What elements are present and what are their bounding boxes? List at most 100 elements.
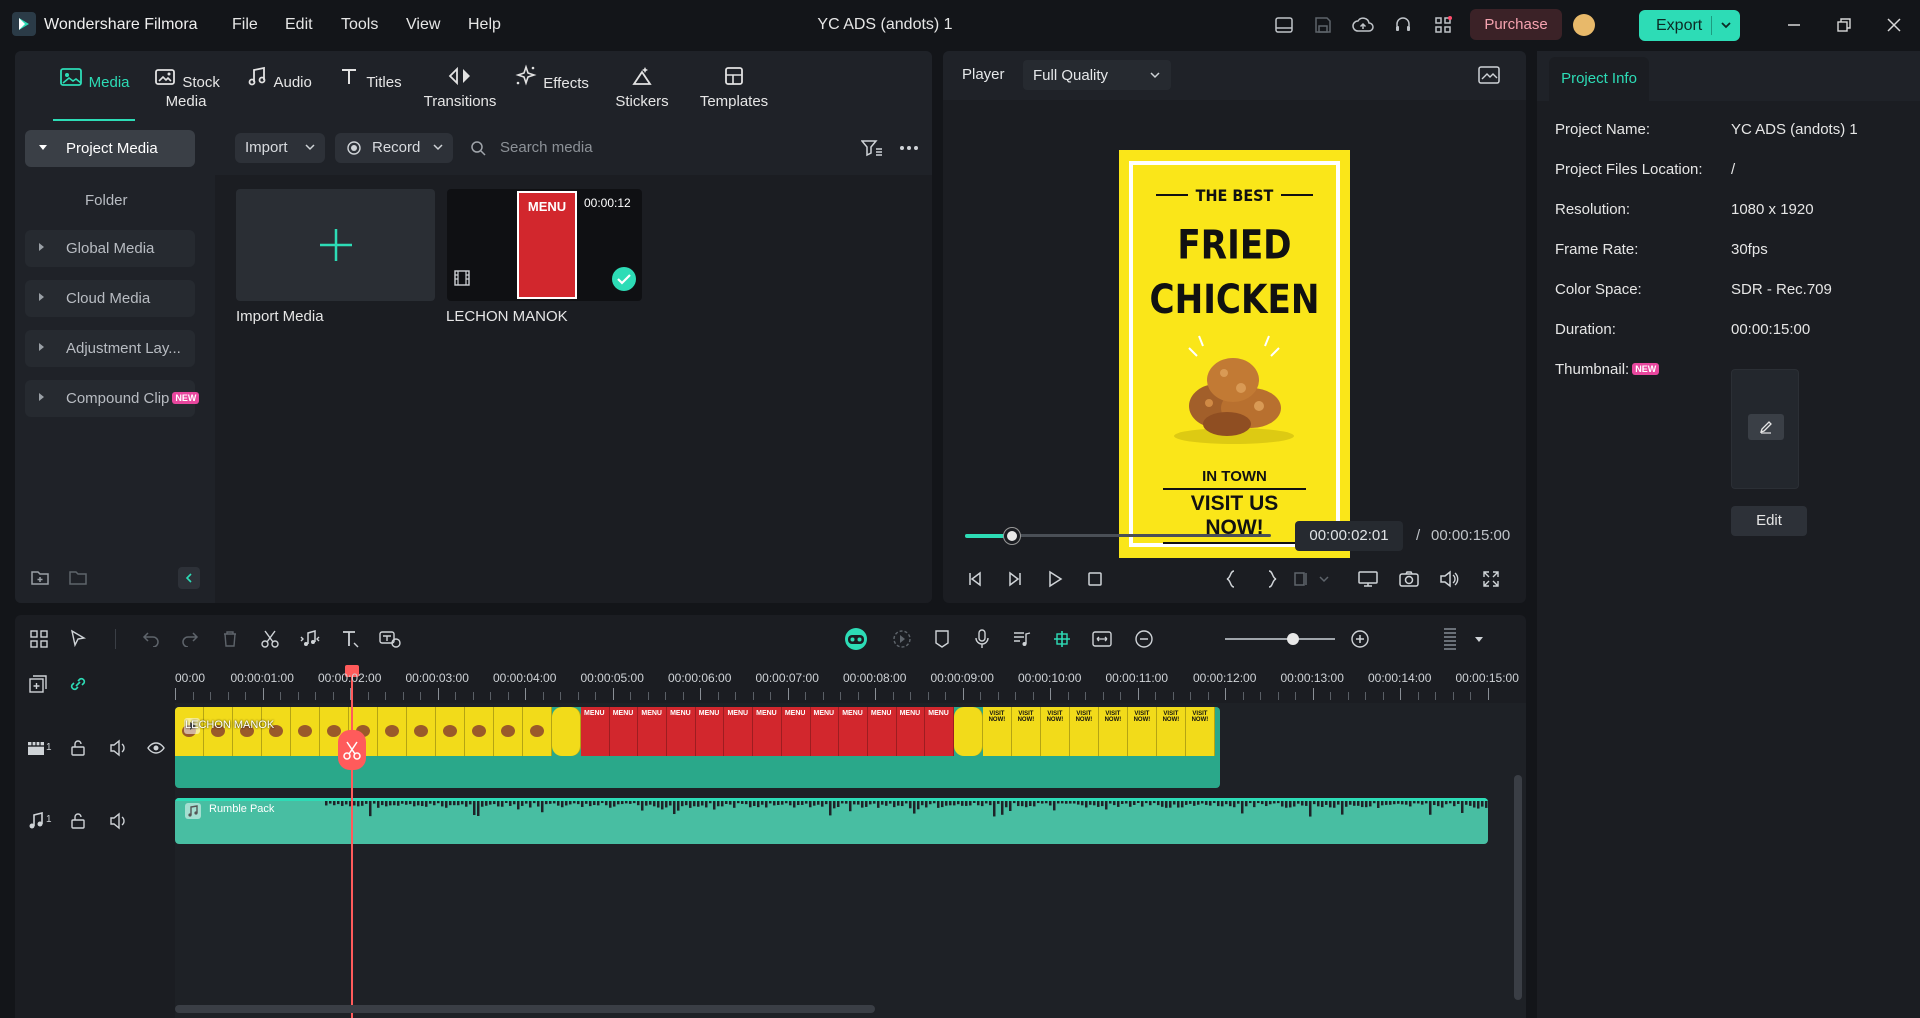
sidebar-item-global-media[interactable]: Global Media bbox=[25, 230, 195, 267]
import-dropdown[interactable]: Import bbox=[235, 133, 325, 163]
zoom-handle[interactable] bbox=[1287, 633, 1299, 645]
lock-icon[interactable] bbox=[67, 810, 89, 832]
ai-mascot-icon[interactable] bbox=[842, 627, 870, 651]
camera-icon[interactable] bbox=[1398, 568, 1420, 590]
sidebar-item-project-media[interactable]: Project Media bbox=[25, 130, 195, 167]
tab-titles[interactable]: Titles bbox=[329, 59, 409, 121]
audio-mixer-icon[interactable] bbox=[1010, 627, 1034, 651]
tab-audio[interactable]: Audio bbox=[237, 59, 319, 121]
text-tool-icon[interactable] bbox=[338, 627, 362, 651]
marker-icon[interactable] bbox=[930, 627, 954, 651]
fullscreen-icon[interactable] bbox=[1480, 568, 1502, 590]
display-settings-icon[interactable] bbox=[1357, 568, 1379, 590]
fit-timeline-icon[interactable] bbox=[1090, 627, 1114, 651]
restore-icon[interactable] bbox=[1832, 13, 1856, 37]
eye-visibility-icon[interactable] bbox=[145, 737, 167, 759]
sidebar-item-cloud-media[interactable]: Cloud Media bbox=[25, 280, 195, 317]
pencil-edit-icon[interactable] bbox=[1748, 414, 1784, 440]
snapshot-image-icon[interactable] bbox=[1477, 63, 1501, 87]
playhead[interactable] bbox=[351, 665, 353, 1018]
import-media-card[interactable] bbox=[236, 189, 435, 301]
export-button[interactable]: Export bbox=[1639, 10, 1740, 41]
split-scissors-icon[interactable] bbox=[258, 627, 282, 651]
move-folder-icon[interactable] bbox=[67, 567, 89, 589]
mark-out-icon[interactable] bbox=[1261, 568, 1283, 590]
tab-stock-media[interactable]: Stock Media bbox=[135, 59, 237, 121]
thumbnail-preview[interactable] bbox=[1731, 369, 1799, 489]
waveform-bar bbox=[537, 801, 540, 807]
zoom-out-icon[interactable] bbox=[1132, 627, 1156, 651]
waveform-bar bbox=[1389, 801, 1392, 805]
apps-grid-icon[interactable] bbox=[1431, 13, 1455, 37]
quality-select[interactable]: Full Quality bbox=[1023, 60, 1171, 90]
search-input[interactable]: Search media bbox=[470, 133, 710, 163]
close-icon[interactable] bbox=[1882, 13, 1906, 37]
next-frame-icon[interactable] bbox=[1004, 568, 1026, 590]
previous-frame-icon[interactable] bbox=[964, 568, 986, 590]
seek-handle[interactable] bbox=[1004, 528, 1020, 544]
tab-media[interactable]: Media bbox=[53, 59, 135, 121]
ruler-tick bbox=[1382, 692, 1384, 700]
ruler-tick bbox=[857, 692, 859, 700]
headset-support-icon[interactable] bbox=[1391, 13, 1415, 37]
undo-icon[interactable] bbox=[139, 627, 163, 651]
sidebar-item-adjustment-layer[interactable]: Adjustment Lay... bbox=[25, 330, 195, 367]
layout-grid-icon[interactable] bbox=[27, 627, 51, 651]
stop-icon[interactable] bbox=[1084, 568, 1106, 590]
sidebar-item-compound-clip[interactable]: Compound Clip NEW bbox=[25, 380, 200, 417]
delete-trash-icon[interactable] bbox=[218, 627, 242, 651]
speech-to-text-icon[interactable] bbox=[378, 627, 402, 651]
add-track-icon[interactable] bbox=[27, 673, 49, 695]
lock-icon[interactable] bbox=[67, 737, 89, 759]
waveform-bar bbox=[789, 801, 792, 806]
purchase-button[interactable]: Purchase bbox=[1470, 9, 1562, 40]
zoom-slider[interactable] bbox=[1225, 638, 1335, 640]
vertical-scrollbar[interactable] bbox=[1514, 775, 1522, 1000]
tab-templates[interactable]: Templates bbox=[689, 59, 779, 121]
play-icon[interactable] bbox=[1044, 568, 1066, 590]
audio-split-icon[interactable] bbox=[298, 627, 322, 651]
tab-transitions[interactable]: Transitions bbox=[410, 59, 510, 121]
microphone-icon[interactable] bbox=[970, 627, 994, 651]
minimize-icon[interactable] bbox=[1782, 13, 1806, 37]
chevron-down-icon bbox=[431, 140, 445, 154]
new-folder-icon[interactable] bbox=[29, 567, 51, 589]
zoom-in-icon[interactable] bbox=[1348, 627, 1372, 651]
chevron-down-icon[interactable] bbox=[1717, 16, 1735, 34]
filter-sort-icon[interactable] bbox=[860, 137, 884, 159]
volume-icon[interactable] bbox=[1438, 568, 1460, 590]
insert-clip-icon[interactable] bbox=[1291, 568, 1313, 590]
sidebar-item-folder[interactable]: Folder bbox=[85, 192, 128, 209]
ruler-tick bbox=[822, 692, 824, 700]
volume-icon[interactable] bbox=[107, 810, 129, 832]
split-scissors-icon[interactable] bbox=[338, 730, 366, 770]
chevron-down-icon[interactable] bbox=[1313, 568, 1335, 590]
chevron-down-icon[interactable] bbox=[1467, 627, 1491, 651]
tab-effects[interactable]: Effects bbox=[511, 59, 591, 121]
tab-project-info[interactable]: Project Info bbox=[1549, 57, 1649, 101]
tab-stickers[interactable]: Stickers bbox=[602, 59, 682, 121]
user-avatar[interactable] bbox=[1573, 14, 1595, 36]
horizontal-scrollbar[interactable] bbox=[175, 1005, 875, 1013]
layout-icon[interactable] bbox=[1272, 13, 1296, 37]
media-clip-card[interactable]: MENU 00:00:12 bbox=[447, 189, 642, 301]
snap-magnet-icon[interactable] bbox=[1050, 627, 1074, 651]
render-preview-icon[interactable] bbox=[890, 627, 914, 651]
link-icon[interactable] bbox=[67, 673, 89, 695]
volume-icon[interactable] bbox=[107, 737, 129, 759]
more-options-icon[interactable] bbox=[897, 137, 921, 159]
edit-thumbnail-button[interactable]: Edit bbox=[1731, 506, 1807, 536]
waveform-bar bbox=[673, 801, 676, 815]
redo-icon[interactable] bbox=[178, 627, 202, 651]
audio-clip[interactable]: Rumble Pack bbox=[175, 798, 1488, 844]
video-clip[interactable]: LECHON MANOK bbox=[175, 707, 1220, 788]
cloud-upload-icon[interactable] bbox=[1351, 13, 1375, 37]
save-icon[interactable] bbox=[1311, 13, 1335, 37]
record-dropdown[interactable]: Record bbox=[335, 133, 453, 163]
mark-in-icon[interactable] bbox=[1220, 568, 1242, 590]
waveform-bar bbox=[1077, 801, 1080, 805]
ruler-tick bbox=[1312, 688, 1314, 700]
select-cursor-icon[interactable] bbox=[67, 627, 91, 651]
collapse-sidebar-icon[interactable] bbox=[178, 567, 200, 589]
track-density-icon[interactable] bbox=[1438, 627, 1462, 651]
